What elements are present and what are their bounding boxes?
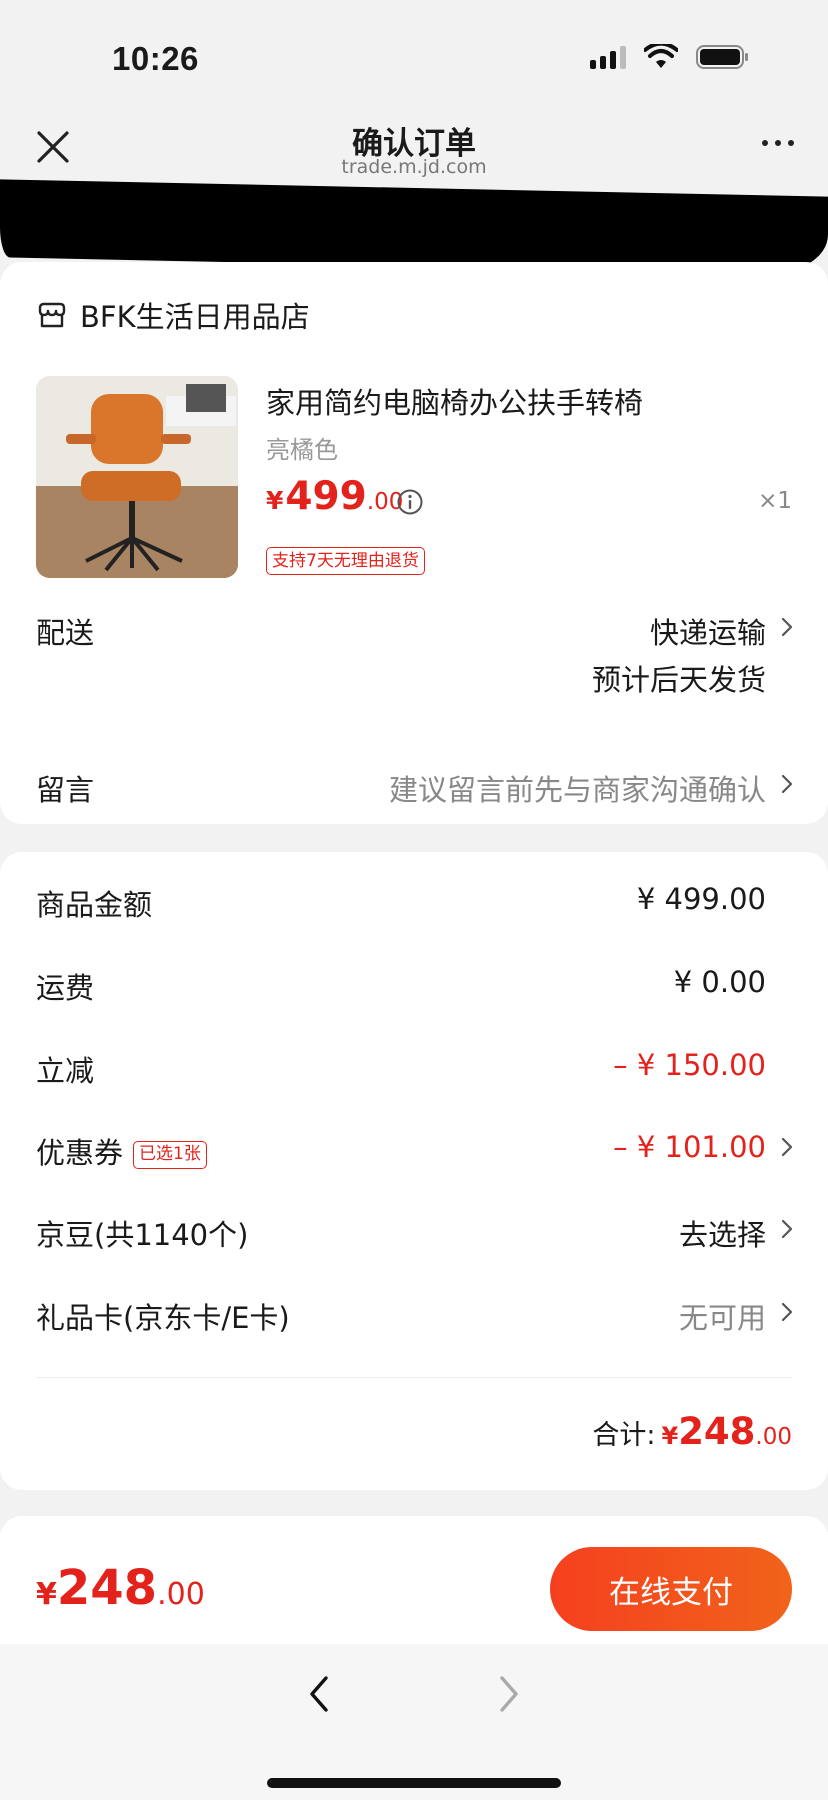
cellular-signal-icon bbox=[590, 45, 626, 69]
freight-label: 运费 bbox=[36, 971, 95, 1005]
chevron-right-icon[interactable] bbox=[780, 1136, 794, 1158]
checkout-integer: 248 bbox=[56, 1560, 158, 1616]
status-icons bbox=[590, 44, 750, 70]
price-integer: 499 bbox=[285, 474, 367, 519]
total-label: 合计: bbox=[592, 1420, 656, 1451]
chevron-right-icon[interactable] bbox=[780, 1301, 794, 1323]
shipping-estimate: 预计后天发货 bbox=[591, 663, 766, 697]
shipping-method[interactable]: 快递运输 bbox=[650, 610, 766, 652]
message-input[interactable]: 建议留言前先与商家沟通确认 bbox=[389, 767, 766, 809]
pay-online-button[interactable]: 在线支付 bbox=[550, 1547, 792, 1631]
message-label: 留言 bbox=[36, 773, 95, 807]
home-indicator bbox=[267, 1778, 561, 1788]
coupon-label: 优惠券 bbox=[36, 1136, 124, 1170]
nav-bar: 确认订单 trade.m.jd.com bbox=[0, 100, 828, 190]
product-title[interactable]: 家用简约电脑椅办公扶手转椅 bbox=[266, 380, 643, 422]
total-price: ¥ 248 .00 bbox=[661, 1410, 792, 1453]
jingdou-label: 京豆(共1140个) bbox=[36, 1218, 249, 1252]
total-symbol: ¥ bbox=[661, 1422, 679, 1450]
checkout-price: ¥ 248 .00 bbox=[36, 1560, 205, 1616]
giftcard-value[interactable]: 无可用 bbox=[679, 1295, 766, 1337]
return-policy-badge: 支持7天无理由退货 bbox=[266, 547, 425, 575]
total-decimal: .00 bbox=[755, 1424, 792, 1450]
info-icon[interactable] bbox=[396, 488, 424, 516]
product-quantity: ×1 bbox=[758, 488, 792, 514]
more-icon[interactable] bbox=[762, 140, 794, 146]
wifi-icon bbox=[644, 44, 678, 68]
back-arrow-icon[interactable] bbox=[306, 1674, 332, 1714]
product-price: ¥ 499 .00 bbox=[266, 474, 403, 519]
discount-label: 立减 bbox=[36, 1054, 95, 1088]
store-card: BFK生活日用品店 家用简约电脑椅办公扶手转椅 亮橘色 ¥ 499 .00 ×1… bbox=[0, 262, 828, 824]
divider bbox=[36, 1377, 792, 1378]
checkout-symbol: ¥ bbox=[36, 1577, 57, 1612]
chevron-right-icon[interactable] bbox=[780, 616, 794, 638]
freight-value: ¥ 0.00 bbox=[673, 965, 766, 999]
goods-amount-label: 商品金额 bbox=[36, 888, 153, 922]
checkout-bar: ¥ 248 .00 在线支付 bbox=[0, 1532, 828, 1644]
goods-amount-value: ¥ 499.00 bbox=[636, 882, 766, 916]
status-bar: 10:26 bbox=[0, 0, 828, 100]
store-header[interactable]: BFK生活日用品店 bbox=[36, 294, 310, 336]
product-variant: 亮橘色 bbox=[266, 436, 338, 464]
coupon-selected-tag: 已选1张 bbox=[133, 1141, 207, 1169]
discount-value: – ¥ 150.00 bbox=[613, 1048, 766, 1082]
browser-toolbar bbox=[0, 1644, 828, 1800]
battery-icon bbox=[696, 45, 748, 69]
coupon-value[interactable]: – ¥ 101.00 bbox=[613, 1130, 766, 1164]
redacted-address bbox=[0, 179, 828, 275]
chevron-right-icon[interactable] bbox=[780, 773, 794, 795]
forward-arrow-icon[interactable] bbox=[496, 1674, 522, 1714]
page-url: trade.m.jd.com bbox=[341, 156, 487, 178]
total-integer: 248 bbox=[678, 1410, 756, 1453]
coupon-row[interactable]: 优惠券 已选1张 bbox=[36, 1130, 207, 1172]
checkout-decimal: .00 bbox=[157, 1577, 205, 1612]
chevron-right-icon[interactable] bbox=[780, 1218, 794, 1240]
price-summary-card: 商品金额 ¥ 499.00 运费 ¥ 0.00 立减 – ¥ 150.00 优惠… bbox=[0, 852, 828, 1490]
order-total: 合计: ¥ 248 .00 bbox=[592, 1410, 792, 1453]
status-time: 10:26 bbox=[112, 40, 199, 77]
product-image[interactable] bbox=[36, 376, 238, 578]
giftcard-label: 礼品卡(京东卡/E卡) bbox=[36, 1301, 290, 1335]
store-name: BFK生活日用品店 bbox=[80, 300, 310, 334]
shipping-label: 配送 bbox=[36, 616, 95, 650]
store-icon bbox=[38, 302, 66, 328]
jingdou-select[interactable]: 去选择 bbox=[679, 1212, 766, 1254]
price-symbol: ¥ bbox=[266, 486, 284, 515]
